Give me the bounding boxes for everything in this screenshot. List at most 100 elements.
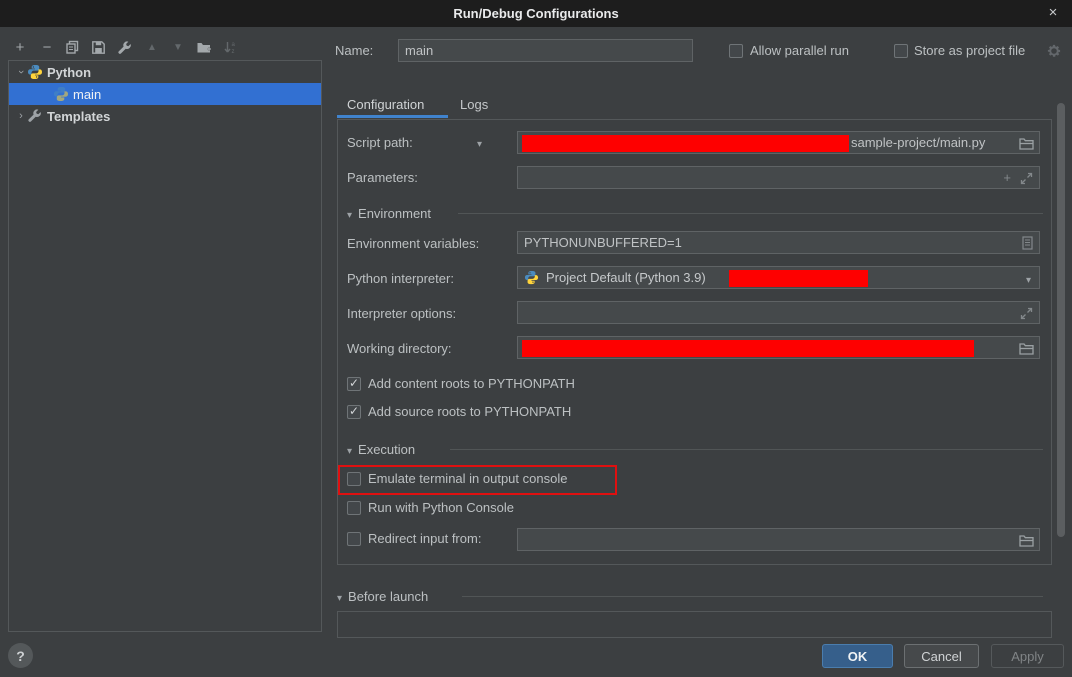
add-content-roots-checkbox[interactable] (347, 377, 361, 391)
plus-icon: + (16, 39, 25, 56)
expand-field-icon[interactable] (1020, 307, 1033, 320)
env-variables-value: PYTHONUNBUFFERED=1 (524, 235, 682, 250)
wrench-icon (27, 108, 43, 124)
env-variables-label: Environment variables: (347, 236, 479, 251)
add-source-roots-label: Add source roots to PYTHONPATH (368, 404, 571, 419)
move-up-button[interactable]: ▲ (142, 37, 162, 57)
folder-icon[interactable] (1019, 342, 1034, 355)
copy-configuration-button[interactable] (62, 37, 82, 57)
python-interpreter-select[interactable]: Project Default (Python 3.9) ▾ (517, 266, 1040, 289)
interpreter-options-input[interactable] (517, 301, 1040, 324)
run-with-python-console-checkbox[interactable] (347, 501, 361, 515)
before-launch-task-list[interactable] (337, 611, 1052, 638)
ok-button[interactable]: OK (822, 644, 893, 668)
tab-configuration[interactable]: Configuration (347, 97, 424, 112)
chevron-down-icon[interactable]: › (15, 66, 27, 78)
run-with-python-console-label: Run with Python Console (368, 500, 514, 515)
sort-configurations-button[interactable]: az (220, 37, 240, 57)
redaction-block (522, 340, 974, 357)
svg-text:z: z (231, 49, 234, 55)
wrench-icon (117, 40, 132, 55)
redaction-block (729, 270, 868, 287)
tree-item-label: main (73, 87, 101, 102)
save-configuration-button[interactable] (88, 37, 108, 57)
emulate-terminal-label: Emulate terminal in output console (368, 471, 567, 486)
insert-macro-plus-icon[interactable]: + (1003, 170, 1011, 185)
run-debug-configurations-dialog: Run/Debug Configurations × + − ▲ ▼ az › … (0, 0, 1072, 677)
add-content-roots-label: Add content roots to PYTHONPATH (368, 376, 575, 391)
interpreter-options-label: Interpreter options: (347, 306, 456, 321)
tree-item-templates[interactable]: › Templates (9, 105, 321, 127)
folder-icon[interactable] (1019, 137, 1034, 150)
remove-configuration-button[interactable]: − (37, 37, 57, 57)
redaction-block (522, 135, 849, 152)
parameters-label: Parameters: (347, 170, 418, 185)
browse-variables-icon[interactable] (1021, 236, 1034, 250)
gear-icon[interactable] (1046, 43, 1062, 59)
new-folder-button[interactable] (194, 37, 214, 57)
working-directory-input[interactable] (517, 336, 1040, 359)
combo-dropdown-icon[interactable]: ▾ (1026, 275, 1031, 286)
add-configuration-button[interactable]: + (10, 37, 30, 57)
script-path-input[interactable]: sample-project/main.py (517, 131, 1040, 154)
python-run-config-icon (53, 86, 69, 102)
configurations-tree: › Python main › Templates (8, 60, 322, 632)
arrow-down-icon: ▼ (173, 42, 183, 53)
script-path-dropdown-icon[interactable]: ▾ (477, 139, 482, 150)
minus-icon: − (43, 39, 52, 56)
store-as-project-file-checkbox[interactable] (894, 44, 908, 58)
collapse-triangle-icon[interactable]: ▾ (347, 446, 352, 457)
vertical-scrollbar[interactable] (1057, 103, 1065, 537)
close-icon[interactable]: × (1044, 4, 1062, 22)
tree-item-label: Templates (47, 109, 110, 124)
store-as-project-file-label: Store as project file (914, 43, 1025, 58)
environment-section-label: Environment (358, 206, 431, 221)
move-down-button[interactable]: ▼ (168, 37, 188, 57)
before-launch-section-label: Before launch (348, 589, 428, 604)
dialog-title: Run/Debug Configurations (453, 6, 618, 21)
name-input[interactable]: main (398, 39, 693, 62)
expand-field-icon[interactable] (1020, 172, 1033, 185)
redirect-input-label: Redirect input from: (368, 531, 481, 546)
section-divider (462, 596, 1043, 597)
python-interpreter-label: Python interpreter: (347, 271, 454, 286)
working-directory-label: Working directory: (347, 341, 452, 356)
script-path-label: Script path: (347, 135, 413, 150)
env-variables-input[interactable]: PYTHONUNBUFFERED=1 (517, 231, 1040, 254)
redirect-input-checkbox[interactable] (347, 532, 361, 546)
tab-logs[interactable]: Logs (460, 97, 488, 112)
name-value: main (405, 43, 433, 58)
cancel-button[interactable]: Cancel (904, 644, 979, 668)
parameters-input[interactable]: + (517, 166, 1040, 189)
copy-icon (65, 40, 80, 55)
python-logo-icon (27, 64, 43, 80)
active-tab-underline (337, 115, 448, 118)
redirect-input-file-input[interactable] (517, 528, 1040, 551)
execution-section-label: Execution (358, 442, 415, 457)
help-button[interactable]: ? (8, 643, 33, 668)
folder-plus-icon (196, 40, 212, 55)
allow-parallel-run-label: Allow parallel run (750, 43, 849, 58)
collapse-triangle-icon[interactable]: ▾ (347, 210, 352, 221)
folder-icon[interactable] (1019, 534, 1034, 547)
save-icon (91, 40, 106, 55)
svg-text:a: a (231, 42, 235, 48)
tree-item-main[interactable]: main (9, 83, 321, 105)
question-mark-icon: ? (16, 648, 25, 664)
emulate-terminal-checkbox[interactable] (347, 472, 361, 486)
chevron-right-icon[interactable]: › (15, 110, 27, 122)
python-interpreter-value: Project Default (Python 3.9) (546, 270, 706, 285)
name-label: Name: (335, 43, 373, 58)
python-logo-icon (524, 270, 540, 286)
arrow-up-icon: ▲ (147, 42, 157, 53)
apply-button[interactable]: Apply (991, 644, 1064, 668)
tree-item-python[interactable]: › Python (9, 61, 321, 83)
edit-templates-button[interactable] (114, 37, 134, 57)
collapse-triangle-icon[interactable]: ▾ (337, 593, 342, 604)
tree-item-label: Python (47, 65, 91, 80)
dialog-titlebar: Run/Debug Configurations (0, 0, 1072, 27)
script-path-value: sample-project/main.py (851, 135, 985, 150)
add-source-roots-checkbox[interactable] (347, 405, 361, 419)
section-divider (450, 449, 1043, 450)
allow-parallel-run-checkbox[interactable] (729, 44, 743, 58)
